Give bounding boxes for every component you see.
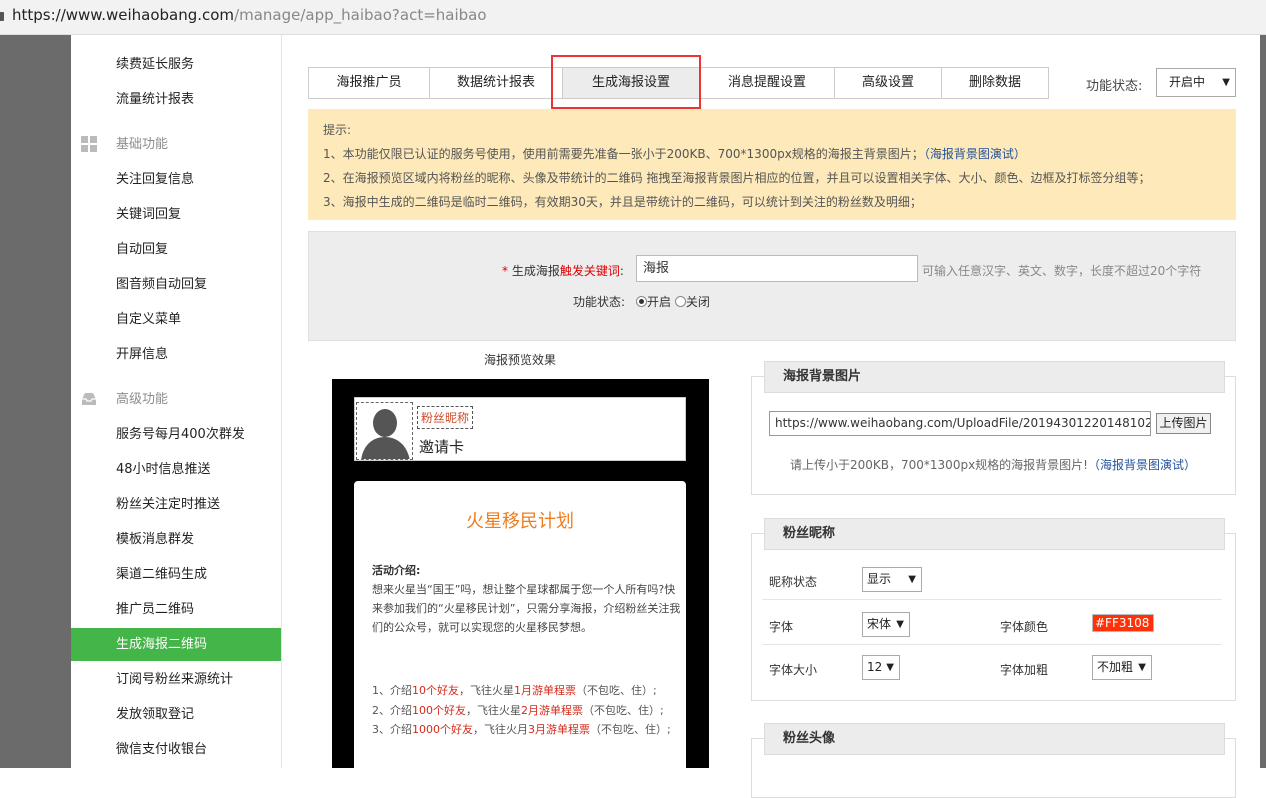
- status-label: 功能状态:: [573, 295, 626, 309]
- browser-url-bar[interactable]: https://www.weihaobang.com/manage/app_ha…: [0, 0, 1266, 35]
- sidebar-section-advanced: 高级功能: [71, 383, 281, 416]
- highlight-box: [551, 55, 701, 109]
- sidebar-item-channel-qrcode[interactable]: 渠道二维码生成: [71, 558, 281, 591]
- font-color-input[interactable]: #FF3108: [1092, 614, 1154, 632]
- bg-hint: 请上传小于200KB，700*1300px规格的海报背景图片!（海报背景图演试）: [790, 458, 1196, 472]
- sidebar-section-basic: 基础功能: [71, 128, 281, 161]
- chevron-down-icon: ▼: [908, 574, 916, 585]
- radio-off-label: 关闭: [685, 295, 710, 309]
- tips-line-2: 2、在海报预览区域内将粉丝的昵称、头像及带统计的二维码 拖拽至海报背景图片相应的…: [323, 171, 1151, 185]
- bg-demo-link[interactable]: （海报背景图演试）: [924, 147, 1026, 161]
- font-select[interactable]: 宋体 ▼: [862, 612, 910, 637]
- sidebar-item-custom-menu[interactable]: 自定义菜单: [71, 303, 281, 336]
- url-text[interactable]: https://www.weihaobang.com/manage/app_ha…: [12, 6, 487, 24]
- nickname-panel-title: 粉丝昵称: [764, 518, 1225, 550]
- bg-url-input[interactable]: https://www.weihaobang.com/UploadFile/20…: [769, 411, 1151, 436]
- divider: [762, 599, 1222, 600]
- function-status-label: 功能状态:: [1086, 79, 1143, 94]
- lock-icon: [0, 12, 4, 21]
- tips-line-3: 3、海报中生成的二维码是临时二维码，有效期30天，并且是带统计的二维码，可以统计…: [323, 195, 922, 209]
- tab-data-report[interactable]: 数据统计报表: [429, 67, 563, 99]
- sidebar-item-splash-info[interactable]: 开屏信息: [71, 338, 281, 371]
- sidebar-item-renewal[interactable]: 续费延长服务: [71, 48, 281, 81]
- keyword-hint: 可输入任意汉字、英文、数字，长度不超过20个字符: [922, 264, 1202, 278]
- sidebar-item-traffic-report[interactable]: 流量统计报表: [71, 83, 281, 116]
- nickname-placeholder[interactable]: 粉丝昵称: [417, 406, 474, 429]
- keyword-input[interactable]: 海报: [636, 255, 918, 282]
- grid-icon: [81, 136, 97, 152]
- poster-preview: 粉丝昵称 邀请卡 火星移民计划 活动介绍: 想来火星当“国王”吗，想让整个星球都…: [332, 379, 709, 781]
- chevron-down-icon: ▼: [1138, 662, 1146, 673]
- sidebar-item-scheduled-push[interactable]: 粉丝关注定时推送: [71, 488, 281, 521]
- chevron-down-icon: ▼: [886, 662, 894, 673]
- bg-image-panel-title: 海报背景图片: [764, 361, 1225, 393]
- radio-on[interactable]: [636, 296, 647, 307]
- page-margin-left: [0, 35, 71, 768]
- poster-body-card: 火星移民计划 活动介绍: 想来火星当“国王”吗，想让整个星球都属于您一个人所有吗…: [354, 481, 686, 781]
- tips-title: 提示:: [323, 123, 352, 137]
- inbox-icon: [82, 393, 96, 405]
- tips-box: 提示: 1、本功能仅限已认证的服务号使用，使用前需要先准备一张小于200KB、7…: [308, 109, 1236, 220]
- chevron-down-icon: ▼: [896, 619, 904, 630]
- sidebar-item-claim-register[interactable]: 发放领取登记: [71, 698, 281, 731]
- avatar-panel: 粉丝头像: [751, 723, 1236, 798]
- main-content: 海报推广员 数据统计报表 生成海报设置 消息提醒设置 高级设置 删除数据 功能状…: [282, 35, 1260, 798]
- tips-line-1: 1、本功能仅限已认证的服务号使用，使用前需要先准备一张小于200KB、700*1…: [323, 147, 1026, 161]
- sidebar-item-wxpay-cashier[interactable]: 微信支付收银台: [71, 733, 281, 766]
- avatar-panel-title: 粉丝头像: [764, 723, 1225, 755]
- sidebar-item-follow-reply[interactable]: 关注回复信息: [71, 163, 281, 196]
- reward-list: 1、介绍10个好友，飞往火星1月游单程票（不包吃、住）; 2、介绍100个好友，…: [372, 681, 682, 740]
- font-size-label: 字体大小: [769, 663, 818, 677]
- font-label: 字体: [769, 620, 794, 634]
- keyword-form: * 生成海报触发关键词: 海报 可输入任意汉字、英文、数字，长度不超过20个字符…: [308, 231, 1236, 341]
- sidebar-item-monthly-broadcast[interactable]: 服务号每月400次群发: [71, 418, 281, 451]
- tab-advanced-settings[interactable]: 高级设置: [834, 67, 942, 99]
- sidebar-section-advanced-label: 高级功能: [116, 392, 169, 407]
- tab-poster-promoter[interactable]: 海报推广员: [308, 67, 430, 99]
- sidebar-item-template-broadcast[interactable]: 模板消息群发: [71, 523, 281, 556]
- user-silhouette-icon: [361, 409, 410, 459]
- sidebar-item-auto-reply[interactable]: 自动回复: [71, 233, 281, 266]
- status-radio-group: 开启 关闭: [636, 293, 710, 310]
- bg-image-panel: 海报背景图片 https://www.weihaobang.com/Upload…: [751, 361, 1236, 495]
- tab-delete-data[interactable]: 删除数据: [941, 67, 1049, 99]
- poster-intro: 活动介绍: 想来火星当“国王”吗，想让整个星球都属于您一个人所有吗?快来参加我们…: [372, 561, 682, 637]
- reward-item: 3、介绍1000个好友，飞往火月3月游单程票（不包吃、住）;: [372, 723, 671, 736]
- sidebar-item-subscriber-source[interactable]: 订阅号粉丝来源统计: [71, 663, 281, 696]
- radio-off[interactable]: [674, 296, 686, 307]
- font-color-label: 字体颜色: [1000, 620, 1049, 634]
- sidebar-item-media-auto-reply[interactable]: 图音频自动回复: [71, 268, 281, 301]
- sidebar: 续费延长服务 流量统计报表 基础功能 关注回复信息 关键词回复 自动回复 图音频…: [71, 35, 282, 768]
- function-status-select[interactable]: 开启中 ▼: [1156, 68, 1236, 97]
- invite-card-text: 邀请卡: [419, 438, 465, 456]
- nickname-panel: 粉丝昵称 昵称状态 显示 ▼ 字体 宋体 ▼ 字体颜色 #FF3108 字体大小 1…: [751, 518, 1236, 701]
- nick-status-label: 昵称状态: [769, 575, 818, 589]
- sidebar-section-basic-label: 基础功能: [116, 137, 169, 152]
- radio-on-label: 开启: [647, 295, 672, 309]
- intro-title: 活动介绍:: [372, 564, 421, 577]
- poster-title: 火星移民计划: [466, 511, 574, 532]
- preview-title: 海报预览效果: [484, 353, 557, 367]
- sidebar-item-keyword-reply[interactable]: 关键词回复: [71, 198, 281, 231]
- reward-item: 2、介绍100个好友，飞往火星2月游单程票（不包吃、住）;: [372, 703, 664, 717]
- page-margin-right: [1260, 35, 1266, 768]
- sidebar-item-promoter-qrcode[interactable]: 推广员二维码: [71, 593, 281, 626]
- sidebar-item-48h-push[interactable]: 48小时信息推送: [71, 453, 281, 486]
- tab-notification-settings[interactable]: 消息提醒设置: [699, 67, 835, 99]
- function-status-value: 开启中: [1169, 75, 1206, 89]
- reward-item: 1、介绍10个好友，飞往火星1月游单程票（不包吃、住）;: [372, 684, 657, 697]
- poster-header-card: 粉丝昵称 邀请卡: [354, 397, 686, 461]
- nick-status-select[interactable]: 显示 ▼: [862, 567, 922, 592]
- font-bold-select[interactable]: 不加粗 ▼: [1092, 655, 1152, 680]
- font-size-select[interactable]: 12 ▼: [862, 655, 900, 680]
- divider: [762, 644, 1222, 645]
- avatar-placeholder[interactable]: [356, 402, 413, 460]
- intro-text: 想来火星当“国王”吗，想让整个星球都属于您一个人所有吗?快来参加我们的“火星移民…: [372, 583, 681, 634]
- upload-image-button[interactable]: 上传图片: [1156, 413, 1211, 434]
- font-bold-label: 字体加粗: [1000, 663, 1049, 677]
- bg-hint-demo-link[interactable]: （海报背景图演试）: [1088, 458, 1196, 472]
- sidebar-item-poster-qrcode[interactable]: 生成海报二维码: [71, 628, 281, 661]
- chevron-down-icon: ▼: [1222, 77, 1230, 88]
- keyword-label: * 生成海报触发关键词:: [502, 264, 624, 278]
